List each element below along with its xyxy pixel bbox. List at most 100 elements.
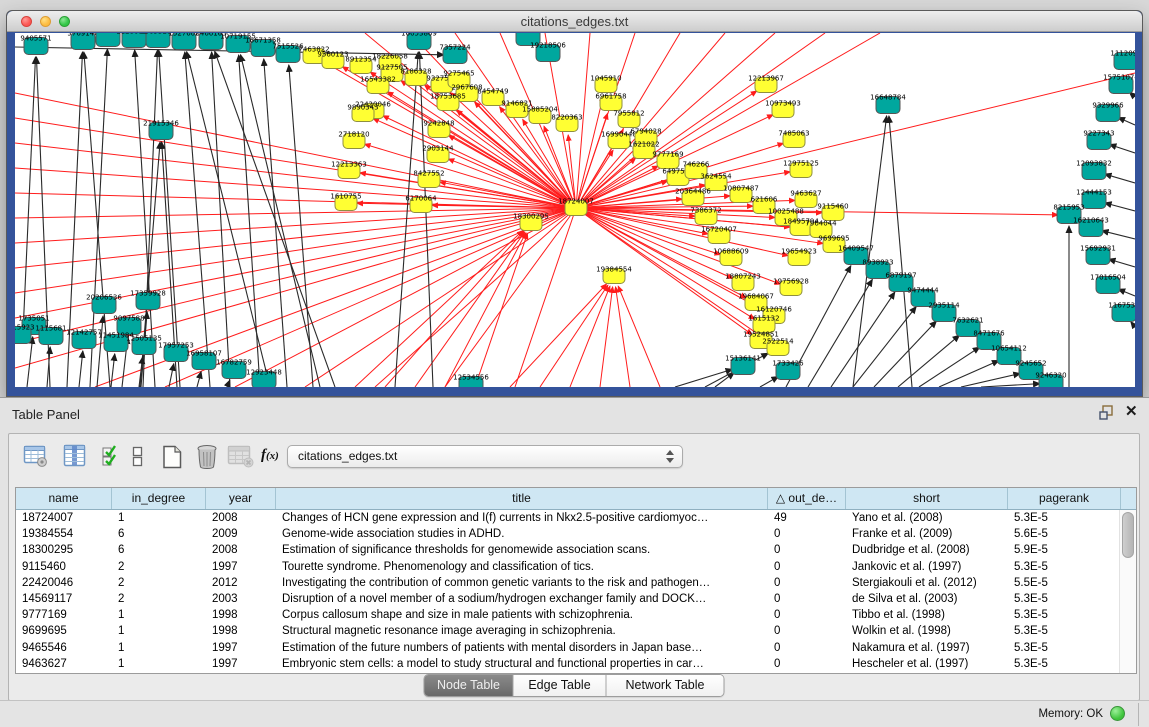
citation-edge-red [618,286,660,387]
table-cell: 5.3E-5 [1008,591,1121,607]
citation-edge-black [27,337,33,387]
table-cell: Yano et al. (2008) [846,510,1008,526]
table-cell: 0 [768,526,846,542]
column-header-short[interactable]: short [846,488,1008,509]
citation-edge-red [576,33,825,208]
window-titlebar[interactable]: citations_edges.txt [7,11,1142,32]
table-cell: 1 [112,640,206,656]
show-columns-icon[interactable] [62,444,88,468]
table-cell: 5.6E-5 [1008,526,1121,542]
table-settings-icon[interactable] [23,444,49,468]
table-cell: 0 [768,607,846,623]
table-cell: 14569117 [16,591,112,607]
column-header-title[interactable]: title [276,488,768,509]
graph-node-label: 16782759 [216,359,252,367]
scrollbar-thumb[interactable] [1122,512,1134,558]
table-cell: Investigating the contribution of common… [276,575,768,591]
graph-node-label: 16720407 [701,226,737,234]
new-column-icon[interactable] [159,444,185,470]
graph-node-label: 9560123 [317,51,348,59]
table-panel-card: f(x) citations_edges.txt namein_degreeye… [8,433,1140,701]
graph-node-label: 10025488 [768,208,804,216]
table-cell: 18724007 [16,510,112,526]
graph-node-label: 20206536 [86,294,122,302]
table-cell: 2 [112,559,206,575]
graph-node-label: 9405571 [20,35,51,43]
citation-edge-black [159,50,180,387]
memory-status-icon[interactable] [1110,706,1125,721]
network-view[interactable]: 1872400774638229560123891235418226058912… [15,33,1135,387]
graph-node-label: 7632621 [952,317,983,325]
vertical-scrollbar[interactable] [1119,510,1136,673]
graph-node-label: 12444153 [1076,189,1112,197]
table-row[interactable]: 911546021997Tourette syndrome. Phenomeno… [16,559,1120,575]
graph-node-label: 17016504 [1090,274,1126,282]
graph-node-label: 6794028 [630,128,661,136]
table-cell: 9115460 [16,559,112,575]
graph-node-label: 9227343 [1083,130,1114,138]
table-cell: Dudbridge et al. (2008) [846,542,1008,558]
unselect-all-icon[interactable] [131,444,145,468]
column-header-year[interactable]: year [206,488,276,509]
table-selector-dropdown[interactable]: citations_edges.txt [287,445,683,468]
table-row[interactable]: 2242004622012Investigating the contribut… [16,575,1120,591]
float-panel-icon[interactable] [1099,405,1115,420]
citation-edge-black [1131,322,1135,327]
citation-edge-red [540,285,608,387]
column-header-out_de[interactable]: △ out_de… [768,488,846,509]
citation-edge-black [1105,174,1135,183]
function-builder-icon[interactable]: f(x) [261,447,279,464]
citation-edge-black [264,59,287,387]
table-row[interactable]: 946554611997Estimation of the future num… [16,640,1120,656]
graph-node-label: 2903144 [422,145,454,153]
column-header-name[interactable]: name [16,488,112,509]
table-row[interactable]: 977716911998Corpus callosum shape and si… [16,607,1120,623]
tab-edge-table[interactable]: Edge Table [514,675,607,696]
table-row[interactable]: 1872400712008Changes of HCN gene express… [16,510,1120,526]
delete-column-icon[interactable] [194,444,220,470]
table-cell: 5.3E-5 [1008,640,1121,656]
graph-node-label: 1615132 [748,315,779,323]
graph-node-label: 7485063 [778,130,809,138]
graph-node-label: 16543382 [360,76,396,84]
graph-node-label: 20364486 [675,188,711,196]
table-cell: Estimation of significance thresholds fo… [276,542,768,558]
table-cell: 2003 [206,591,276,607]
delete-table-icon[interactable] [227,444,255,468]
table-cell: 0 [768,559,846,575]
graph-node-label: 19756928 [773,278,809,286]
table-row[interactable]: 1456911722003Disruption of a novel membe… [16,591,1120,607]
graph-node-label: 16409547 [838,245,874,253]
graph-node-label: 1167533 [1108,302,1135,310]
network-canvas[interactable]: 1872400774638229560123891235418226058912… [15,33,1135,387]
graph-node-label: 17957253 [158,342,194,350]
graph-node-label: 21915346 [143,120,179,128]
graph-node-label: 12142757 [66,329,102,337]
tab-network-table[interactable]: Network Table [607,675,724,696]
graph-node-label: 9463627 [790,190,821,198]
citation-edge-black [1118,117,1135,125]
graph-node-label: 6170064 [405,195,437,203]
select-all-icon[interactable] [101,444,123,468]
table-row[interactable]: 1830029562008Estimation of significance … [16,542,1120,558]
graph-node-label: 12923448 [246,369,282,377]
table-cell: 9463627 [16,656,112,672]
column-header-in_degree[interactable]: in_degree [112,488,206,509]
citation-edge-red [15,118,576,208]
graph-node-label: 12505135 [126,335,162,343]
table-row[interactable]: 969969511998Structural magnetic resonanc… [16,623,1120,639]
table-cell: 0 [768,623,846,639]
column-header-pagerank[interactable]: pagerank [1008,488,1121,509]
graph-node-label: 15751074 [1103,74,1135,82]
close-panel-icon[interactable]: ✕ [1125,402,1138,420]
citation-edge-red [616,287,630,387]
graph-node-label: 19684067 [738,293,774,301]
tab-node-table[interactable]: Node Table [425,675,514,696]
table-cell: de Silva et al. (2003) [846,591,1008,607]
table-row[interactable]: 1938455462009Genome-wide association stu… [16,526,1120,542]
table-cell: 49 [768,510,846,526]
graph-node-label: 7955812 [613,110,644,118]
graph-node-label: 1610755 [330,193,361,201]
table-row[interactable]: 946362711997Embryonic stem cells: a mode… [16,656,1120,672]
table-cell: Jankovic et al. (1997) [846,559,1008,575]
